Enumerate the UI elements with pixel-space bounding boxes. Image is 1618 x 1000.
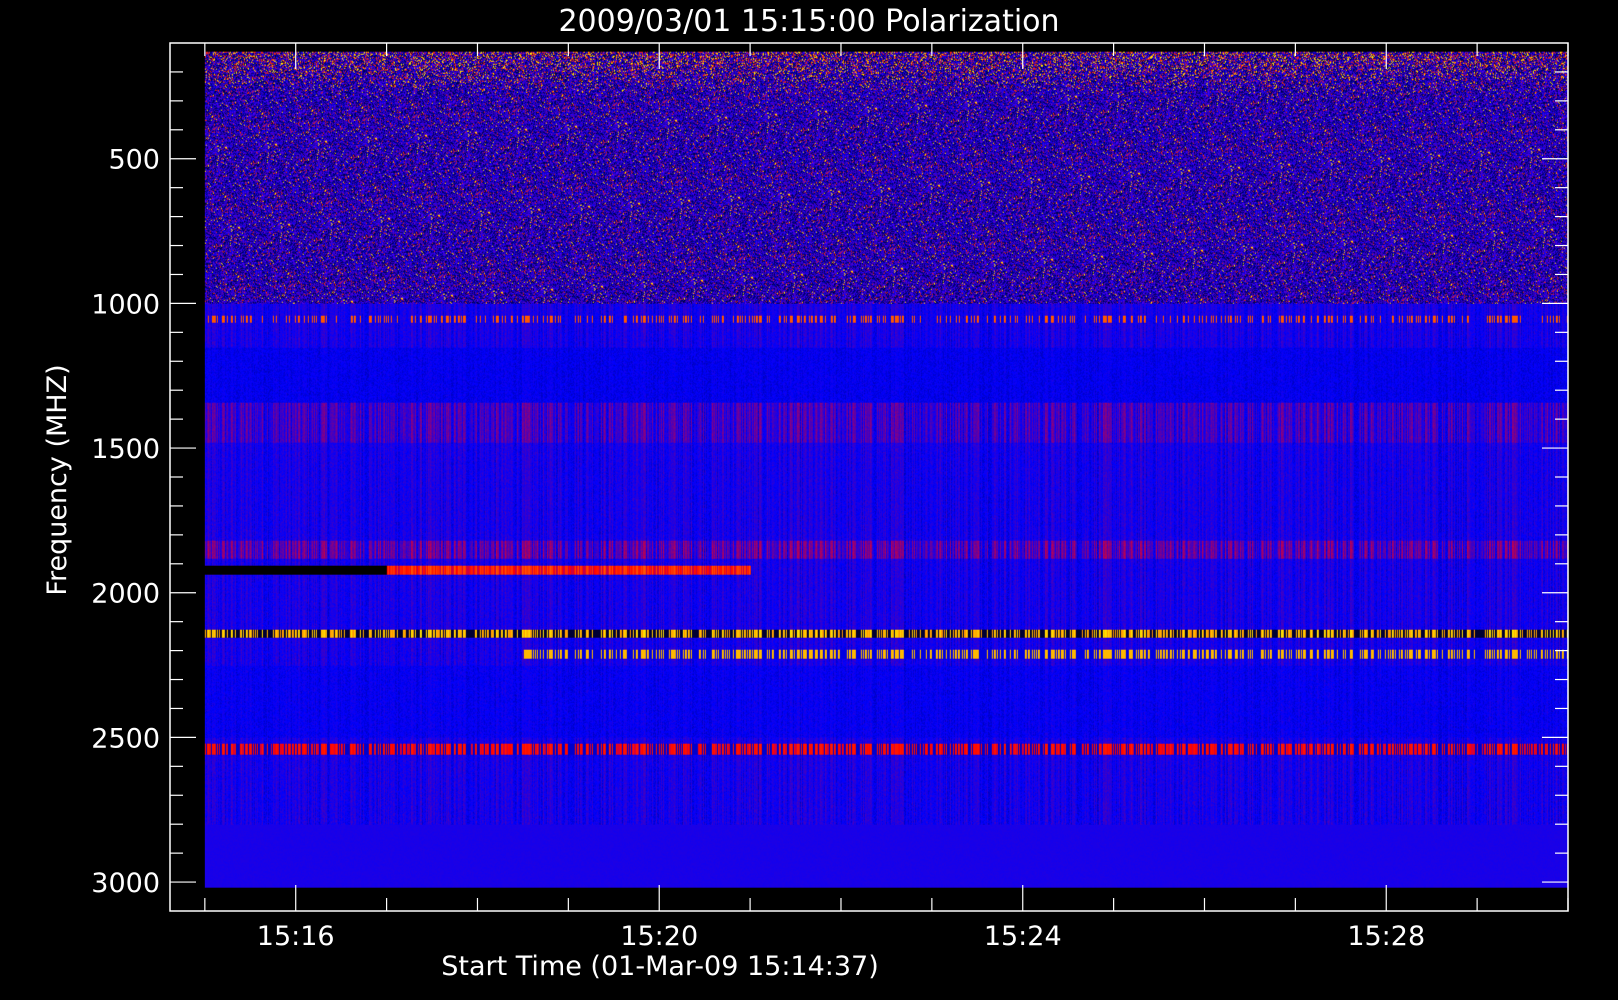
y-tick-label: 3000 [91, 868, 160, 899]
x-tick-label: 15:20 [620, 921, 698, 952]
x-tick-label: 15:16 [257, 921, 335, 952]
heatmap-image [204, 51, 1568, 888]
x-tick-label: 15:28 [1347, 921, 1425, 952]
x-axis-label: Start Time (01-Mar-09 15:14:37) [441, 951, 879, 982]
y-tick-label: 500 [108, 145, 160, 176]
y-tick-label: 1000 [91, 289, 160, 320]
y-tick-label: 1500 [91, 434, 160, 465]
y-tick-label: 2000 [91, 579, 160, 610]
spectrogram-chart: 2009/03/01 15:15:00 Polarization 500 1000… [0, 0, 1618, 1000]
x-tick-label: 15:24 [984, 921, 1062, 952]
spectrogram-heatmap [204, 51, 1568, 888]
y-tick-label: 2500 [91, 723, 160, 754]
y-axis-label: Frequency (MHZ) [42, 364, 73, 595]
chart-title: 2009/03/01 15:15:00 Polarization [558, 4, 1059, 39]
